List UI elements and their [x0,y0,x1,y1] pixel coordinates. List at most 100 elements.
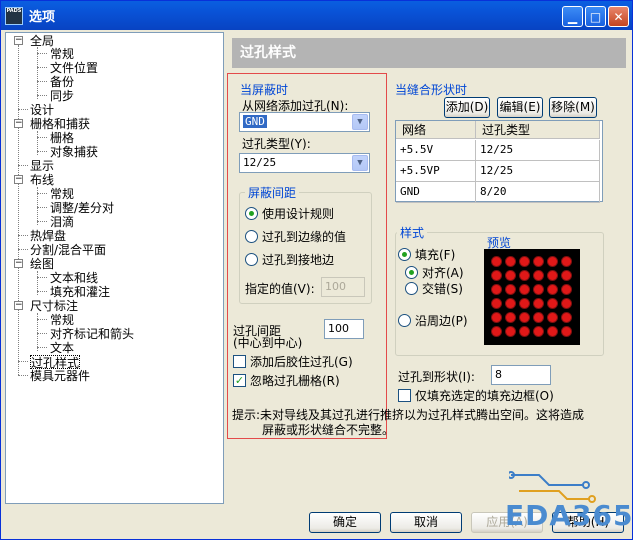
radio-selected-icon [245,207,258,220]
radio-via-to-edge[interactable]: 过孔到边缘的值 [245,228,346,245]
check-label: 仅填充选定的填充边框(O) [415,389,554,403]
minimize-button[interactable]: ▁ [562,6,583,27]
check-add-glue[interactable]: 添加后胶住过孔(G) [233,353,353,370]
radio-stagger[interactable]: 交错(S) [405,280,463,297]
preview-via-pad [562,271,571,280]
via-to-shape-input[interactable]: 8 [491,365,551,385]
tree-item-dim-text[interactable]: 文本 [50,341,74,355]
tree-item-file-locations[interactable]: 文件位置 [50,61,98,75]
radio-fill[interactable]: 填充(F) [398,246,455,263]
expand-icon[interactable]: − [14,301,23,310]
tree-item-thermals[interactable]: 热焊盘 [30,229,66,243]
tree-item-design[interactable]: 设计 [30,103,54,117]
tree-item-text-lines[interactable]: 文本和线 [50,271,98,285]
title-bar[interactable]: PADS 选项 ▁ □ ✕ [1,1,632,30]
table-cell-net[interactable]: GND [396,182,476,203]
category-tree[interactable]: − 全局 常规 文件位置 备份 同步 设计 − 栅格和捕获 栅格 对象捕获 显示… [5,32,224,504]
tree-item-split-planes[interactable]: 分割/混合平面 [30,243,106,257]
add-button[interactable]: 添加(D) [444,97,490,118]
preview-via-pad [520,327,529,336]
preview-via-pad [562,313,571,322]
preview-via-pad [506,257,515,266]
radio-label: 使用设计规则 [262,207,335,221]
tree-item-object-snap[interactable]: 对象捕获 [50,145,98,159]
table-cell-via[interactable]: 12/25 [476,140,600,161]
expand-icon[interactable]: − [14,259,23,268]
tree-item-dimensioning[interactable]: 尺寸标注 [30,299,78,313]
preview-via-pad [520,257,529,266]
preview-via-pad [492,285,501,294]
table-cell-net[interactable]: +5.5V [396,140,476,161]
hint-line-2: 屏蔽或形状缝合不完整。 [262,423,395,437]
options-dialog: PADS 选项 ▁ □ ✕ − 全局 常规 文件位置 备份 同步 设计 − 栅格… [0,0,633,540]
chevron-down-icon[interactable]: ▼ [352,155,368,171]
tree-item-via-patterns[interactable]: 过孔样式 [30,355,81,370]
radio-selected-icon [398,248,411,261]
radio-label: 过孔到边缘的值 [262,230,347,244]
preview-via-pad [548,299,557,308]
expand-icon[interactable]: − [14,119,23,128]
tree-item-global[interactable]: 全局 [30,34,54,48]
radio-label: 对齐(A) [422,266,464,280]
table-cell-via[interactable]: 12/25 [476,161,600,182]
maximize-button[interactable]: □ [585,6,606,27]
preview-via-pad [506,271,515,280]
radio-icon [245,230,258,243]
remove-button[interactable]: 移除(M) [549,97,597,118]
close-button[interactable]: ✕ [608,6,629,27]
tree-item-routing-general[interactable]: 常规 [50,187,74,201]
via-type-label: 过孔类型(Y): [242,137,311,151]
radio-label: 交错(S) [422,282,463,296]
tree-item-backup[interactable]: 备份 [50,75,74,89]
tree-item-dim-general[interactable]: 常规 [50,313,74,327]
checkmark-icon: ✓ [233,374,246,387]
ok-button[interactable]: 确定 [309,512,381,533]
preview-via-pad [492,257,501,266]
expand-icon[interactable]: − [14,175,23,184]
preview-via-pad [506,327,515,336]
via-spacing-input[interactable]: 100 [324,319,364,339]
radio-via-to-ground[interactable]: 过孔到接地边 [245,251,334,268]
radio-align[interactable]: 对齐(A) [405,264,464,281]
hint-line-1: 提示:未对导线及其过孔进行推挤以为过孔样式腾出空间。这将造成 [232,408,585,422]
via-type-combo[interactable]: 12/25 ▼ [239,153,370,173]
maximize-icon: □ [589,9,602,24]
tree-item-fill-pour[interactable]: 填充和灌注 [50,285,110,299]
preview-via-pad [506,299,515,308]
minimize-icon: ▁ [567,9,578,24]
table-cell-net[interactable]: +5.5VP [396,161,476,182]
net-combo[interactable]: GND ▼ [239,112,370,132]
shielding-title: 当屏蔽时 [240,83,289,97]
tree-item-sync[interactable]: 同步 [50,89,74,103]
preview-via-pad [562,299,571,308]
preview-via-pad [548,313,557,322]
tree-item-global-general[interactable]: 常规 [50,47,74,61]
specified-value-input[interactable]: 100 [321,277,365,297]
tree-item-align-arrows[interactable]: 对齐标记和箭头 [50,327,134,341]
tree-item-routing[interactable]: 布线 [30,173,54,187]
preview-via-pad [534,313,543,322]
tree-item-tuning[interactable]: 调整/差分对 [50,201,114,215]
preview-via-pad [548,327,557,336]
tree-item-die-components[interactable]: 模具元器件 [30,369,90,383]
col-header-net[interactable]: 网络 [396,121,476,139]
tree-item-display[interactable]: 显示 [30,159,54,173]
tree-item-drafting[interactable]: 绘图 [30,257,54,271]
stitch-net-table[interactable]: 网络 过孔类型 +5.5V 12/25 +5.5VP 12/25 GND 8/2… [395,120,603,203]
table-cell-via[interactable]: 8/20 [476,182,600,203]
radio-label: 填充(F) [415,248,456,262]
specified-value-label: 指定的值(V): [245,282,315,296]
expand-icon[interactable]: − [14,36,23,45]
chevron-down-icon[interactable]: ▼ [352,114,368,130]
radio-use-design-rules[interactable]: 使用设计规则 [245,205,334,222]
edit-button[interactable]: 编辑(E) [497,97,543,118]
check-ignore-grid[interactable]: ✓ 忽略过孔栅格(R) [233,372,340,389]
tree-item-teardrops[interactable]: 泪滴 [50,215,74,229]
tree-item-grids[interactable]: 栅格 [50,131,74,145]
radio-along-edge[interactable]: 沿周边(P) [398,312,468,329]
tree-item-grids-snap[interactable]: 栅格和捕获 [30,117,90,131]
check-only-selected[interactable]: 仅填充选定的填充边框(O) [398,387,554,404]
via-type-combo-value: 12/25 [243,156,277,169]
col-header-via-type[interactable]: 过孔类型 [476,121,600,139]
cancel-button[interactable]: 取消 [390,512,462,533]
